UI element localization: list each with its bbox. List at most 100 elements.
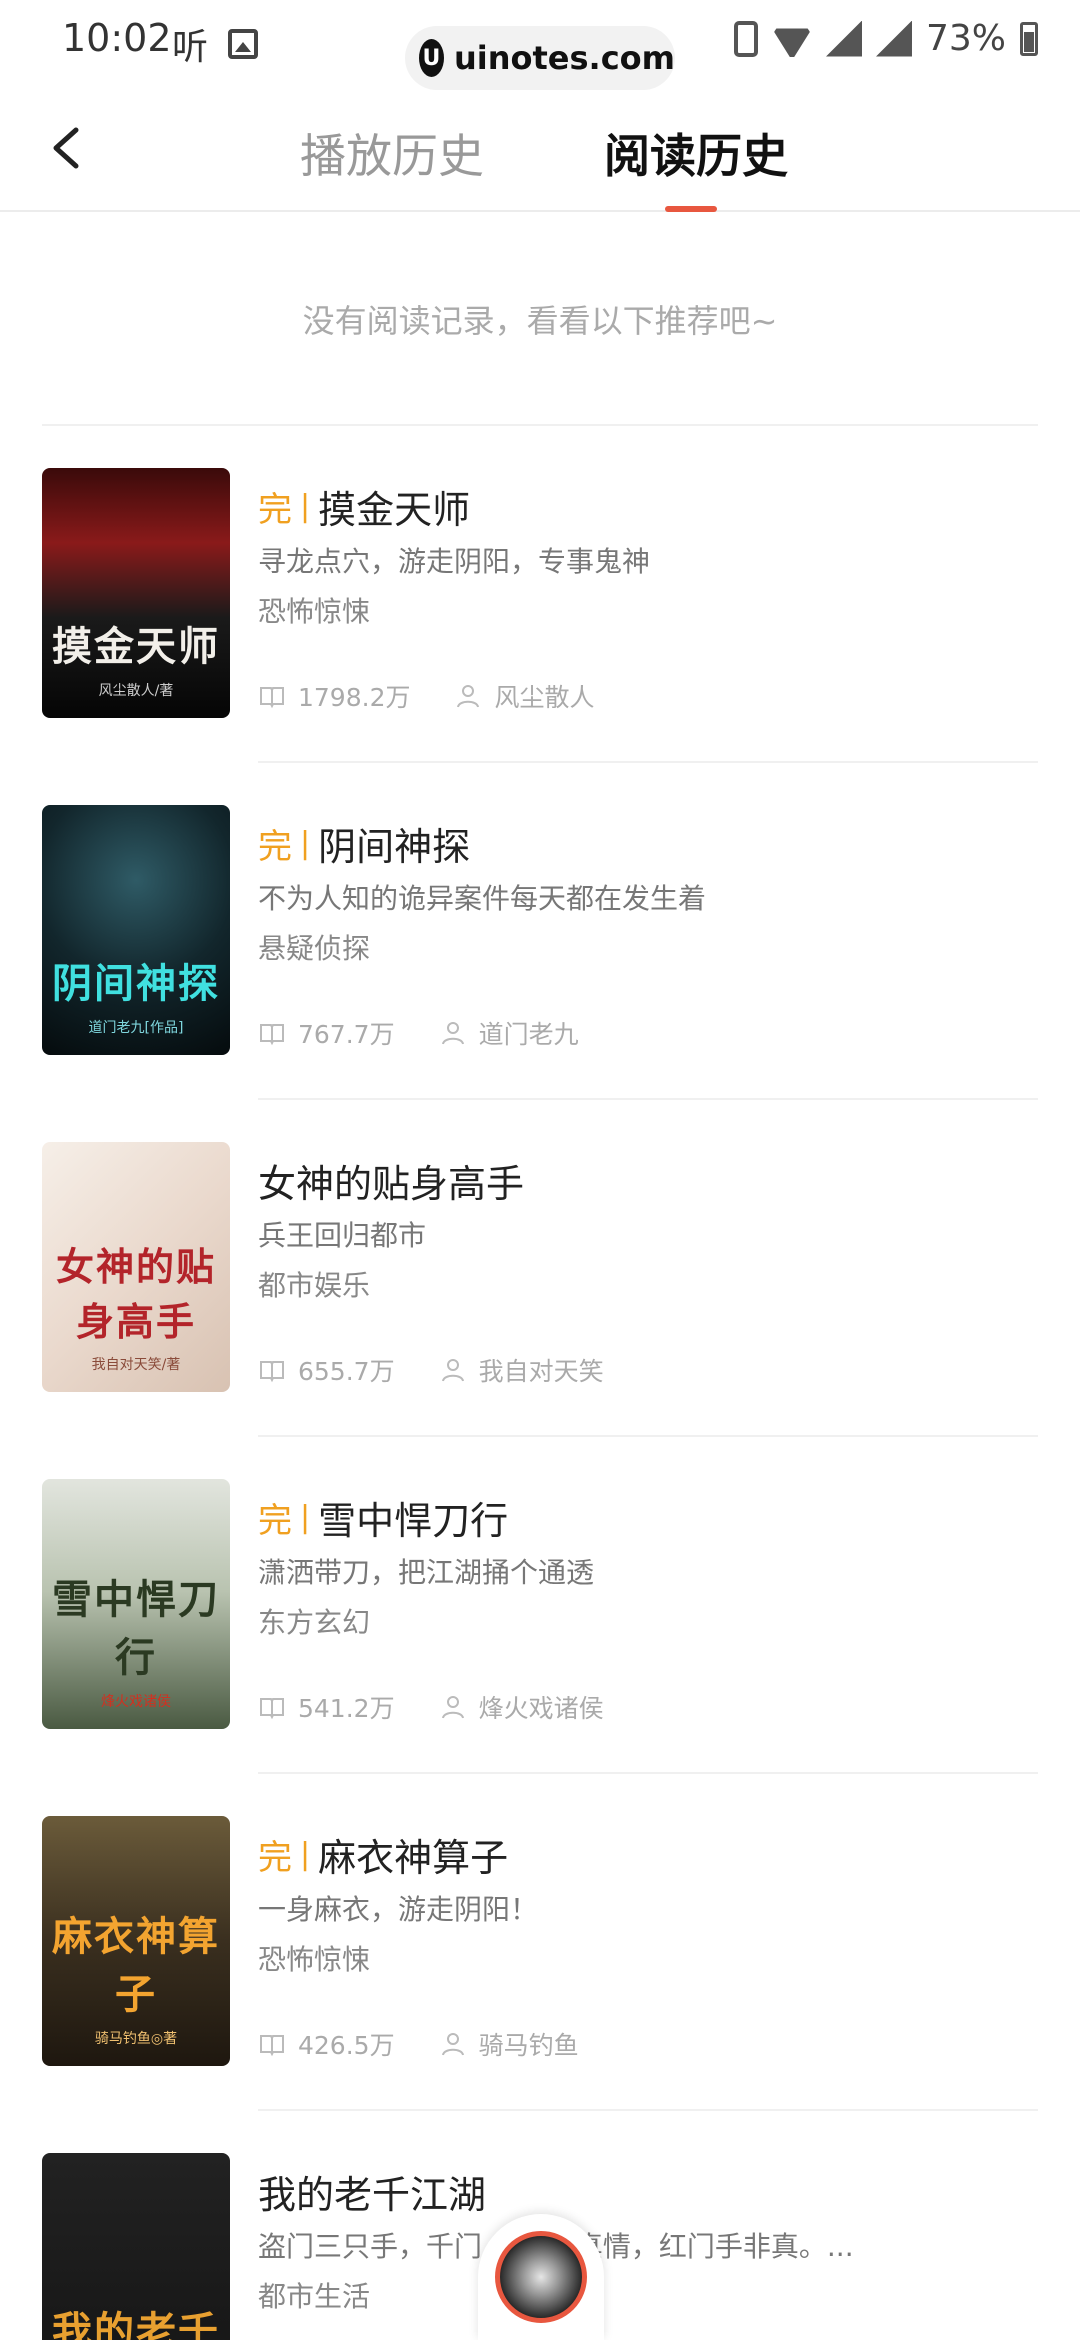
book-description: 寻龙点穴，游走阴阳，专事鬼神 [258, 545, 651, 578]
book-open-icon [260, 1698, 284, 1720]
badge-separator: | [300, 1499, 311, 1535]
read-count: 1798.2万 [298, 683, 411, 712]
player-disc-icon [495, 2231, 587, 2323]
person-icon [441, 1696, 464, 1719]
battery-icon [1020, 21, 1038, 56]
book-meta: 541.2万 烽火戏诸侯 [258, 1689, 604, 1725]
book-title: 麻衣神算子 [318, 1835, 509, 1880]
book-description: 潇洒带刀，把江湖捅个通透 [258, 1556, 595, 1589]
book-meta: 767.7万 道门老九 [258, 1015, 579, 1051]
cover-title: 摸金天师 [52, 623, 220, 670]
complete-badge: 完 [258, 1500, 292, 1541]
cover-title: 阴间神探 [52, 960, 220, 1007]
badge-separator: | [300, 825, 311, 861]
book-description: 不为人知的诡异案件每天都在发生着 [258, 882, 707, 915]
person-icon [441, 2033, 464, 2056]
book-genre: 恐怖惊悚 [258, 1943, 371, 1976]
history-header: 播放历史 阅读历史 [0, 82, 1080, 212]
book-title-row: 女神的贴身高手 [258, 1156, 1038, 1206]
status-notification-icons: 听 [172, 18, 259, 70]
book-genre: 东方玄幻 [258, 1606, 371, 1639]
book-open-icon [260, 2035, 284, 2057]
meta-author: 道门老九 [439, 1015, 579, 1051]
author-name: 我自对天笑 [478, 1357, 604, 1386]
book-cover: 阴间神探 道门老九[作品] [42, 805, 230, 1055]
book-cover: 我的老千 [42, 2153, 230, 2340]
empty-history-hint: 没有阅读记录，看看以下推荐吧~ [302, 302, 778, 340]
read-count: 426.5万 [298, 2031, 395, 2060]
book-title: 雪中悍刀行 [318, 1498, 509, 1543]
meta-author: 风尘散人 [454, 678, 595, 714]
uinotes-logo-icon: U [419, 39, 444, 77]
recommended-book-list: 摸金天师 风尘散人/著 完 | 摸金天师 寻龙点穴，游走阴阳，专事鬼神 恐怖惊悚 … [0, 426, 1080, 2340]
read-count: 541.2万 [298, 1694, 395, 1723]
book-open-icon [260, 687, 284, 709]
signal-icon-1 [825, 20, 862, 57]
book-cover: 麻衣神算子 骑马钓鱼◎著 [42, 1816, 230, 2066]
book-open-icon [260, 1361, 284, 1383]
book-description: 盗门三只手，千门 兰花无真情，红门手非真。... [258, 2230, 854, 2263]
meta-author: 烽火戏诸侯 [439, 1689, 604, 1725]
book-info: 我的老千江湖 盗门三只手，千门 兰花无真情，红门手非真。... 都市生活 [258, 2167, 1038, 2315]
book-meta: 426.5万 骑马钓鱼 [258, 2026, 579, 2062]
author-name: 道门老九 [478, 1020, 579, 1049]
wifi-icon [772, 21, 812, 57]
person-icon [441, 1022, 464, 1045]
author-name: 骑马钓鱼 [478, 2031, 579, 2060]
cover-author: 道门老九[作品] [88, 1020, 184, 1036]
person-icon [441, 1359, 464, 1382]
book-title: 女神的贴身高手 [258, 1161, 525, 1206]
tab-read-history[interactable]: 阅读历史 [604, 120, 788, 186]
book-info: 女神的贴身高手 兵王回归都市 都市娱乐 655.7万 我自对天笑 [258, 1156, 1038, 1387]
listen-app-icon: 听 [172, 27, 209, 68]
book-open-icon [260, 1024, 284, 1046]
book-title: 阴间神探 [318, 824, 471, 869]
chevron-left-icon [53, 127, 79, 169]
signal-icon-2 [875, 20, 912, 57]
complete-badge: 完 [258, 826, 292, 867]
book-description: 兵王回归都市 [258, 1219, 427, 1252]
book-genre: 都市生活 [258, 2280, 371, 2313]
book-cover: 女神的贴身高手 我自对天笑/著 [42, 1142, 230, 1392]
book-title-row: 完 | 雪中悍刀行 [258, 1493, 1038, 1543]
tab-play-history[interactable]: 播放历史 [300, 120, 484, 186]
complete-badge: 完 [258, 1837, 292, 1878]
book-meta: 1798.2万 风尘散人 [258, 678, 595, 714]
book-genre: 恐怖惊悚 [258, 595, 371, 628]
book-item[interactable]: 摸金天师 风尘散人/著 完 | 摸金天师 寻龙点穴，游走阴阳，专事鬼神 恐怖惊悚 … [0, 426, 1080, 763]
meta-author: 骑马钓鱼 [439, 2026, 579, 2062]
read-count: 767.7万 [298, 1020, 395, 1049]
cover-title: 女神的贴身高手 [55, 1244, 216, 1344]
book-info: 完 | 摸金天师 寻龙点穴，游走阴阳，专事鬼神 恐怖惊悚 1798.2万 风尘散人 [258, 482, 1038, 713]
book-title: 摸金天师 [318, 487, 471, 532]
cover-author: 我自对天笑/著 [91, 1357, 181, 1373]
author-name: 风尘散人 [494, 683, 595, 712]
cover-title: 麻衣神算子 [52, 1913, 220, 2018]
status-system-icons: 73% [733, 18, 1038, 59]
cover-title: 我的老千 [52, 2308, 220, 2340]
book-cover: 摸金天师 风尘散人/著 [42, 468, 230, 718]
cover-title: 雪中悍刀行 [52, 1576, 220, 1681]
book-item[interactable]: 雪中悍刀行 烽火戏诸侯 完 | 雪中悍刀行 潇洒带刀，把江湖捅个通透 东方玄幻 5… [0, 1437, 1080, 1774]
book-item[interactable]: 女神的贴身高手 我自对天笑/著 女神的贴身高手 兵王回归都市 都市娱乐 655.… [0, 1100, 1080, 1437]
person-icon [457, 685, 480, 708]
badge-separator: | [300, 1836, 311, 1872]
url-text: uinotes.com [453, 39, 675, 77]
book-title-row: 完 | 摸金天师 [258, 482, 1038, 532]
meta-author: 我自对天笑 [439, 1352, 604, 1388]
back-button[interactable] [42, 120, 92, 176]
status-bar: 10:02 听 U uinotes.com 73% [0, 0, 1080, 90]
book-description: 一身麻衣，游走阴阳！ [258, 1893, 539, 1926]
floating-audio-player[interactable] [478, 2214, 604, 2340]
status-time: 10:02 [62, 16, 172, 60]
book-title-row: 完 | 麻衣神算子 [258, 1830, 1038, 1880]
image-icon [228, 29, 259, 59]
book-item[interactable]: 阴间神探 道门老九[作品] 完 | 阴间神探 不为人知的诡异案件每天都在发生着 悬… [0, 763, 1080, 1100]
book-item[interactable]: 麻衣神算子 骑马钓鱼◎著 完 | 麻衣神算子 一身麻衣，游走阴阳！ 恐怖惊悚 42… [0, 1774, 1080, 2111]
battery-percent: 73% [925, 18, 1006, 59]
author-name: 烽火戏诸侯 [478, 1694, 604, 1723]
active-tab-indicator [665, 206, 717, 212]
book-genre: 都市娱乐 [258, 1269, 371, 1302]
cover-author: 骑马钓鱼◎著 [94, 2031, 178, 2047]
book-info: 完 | 雪中悍刀行 潇洒带刀，把江湖捅个通透 东方玄幻 541.2万 烽火戏诸侯 [258, 1493, 1038, 1724]
